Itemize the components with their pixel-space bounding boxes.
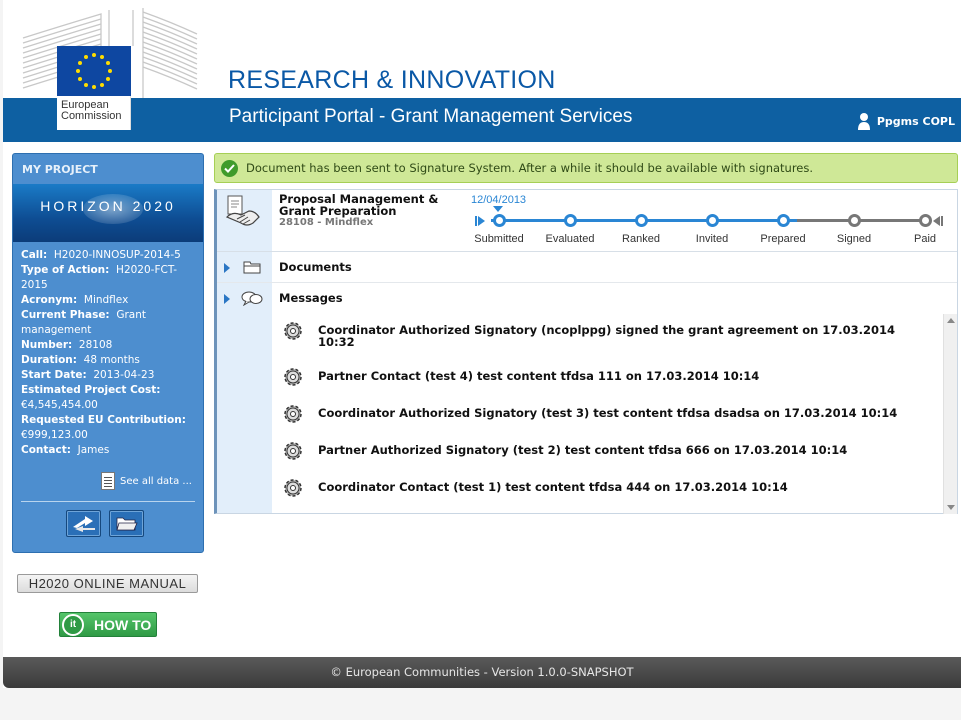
project-switch-button[interactable] [66, 510, 101, 537]
header-top: European Commission RESEARCH & INNOVATIO… [3, 0, 961, 130]
handshake-icon [225, 195, 260, 226]
user-icon [857, 113, 870, 130]
messages-scrollbar[interactable] [943, 314, 957, 514]
current-step-marker [493, 206, 503, 212]
project-field-number: Number: 28108 [21, 339, 113, 351]
step-label-prepared: Prepared [760, 233, 806, 245]
step-label-ranked: Ranked [622, 233, 660, 245]
proposal-title: Proposal Management & Grant Preparation [279, 192, 439, 218]
eu-stars-icon [76, 53, 112, 89]
how-to-icon: it [62, 613, 84, 636]
how-to-button[interactable]: it HOW TO [59, 612, 157, 637]
step-end-icon [933, 216, 943, 226]
open-folder-button[interactable] [109, 510, 144, 537]
step-label-evaluated: Evaluated [545, 233, 595, 245]
gear-icon [284, 442, 302, 460]
project-field-contribution: Requested EU Contribution: €999,123.00 [21, 414, 186, 441]
message-text: Partner Authorized Signatory (test 2) te… [318, 443, 848, 457]
logo-line-2: Commission [61, 110, 122, 122]
switch-arrows-icon [72, 515, 95, 532]
proposal-subtitle: 28108 - Mindflex [279, 217, 374, 228]
document-icon [101, 472, 115, 490]
project-panel: Proposal Management & Grant Preparation … [214, 189, 958, 514]
messages-section-toggle[interactable]: Messages [217, 283, 957, 314]
gear-icon [284, 479, 302, 497]
current-step-date: 12/04/2013 [471, 194, 527, 206]
expand-arrow-icon [224, 263, 230, 273]
checkmark-icon [221, 159, 238, 177]
project-field-duration: Duration: 48 months [21, 354, 140, 366]
gear-icon [284, 405, 302, 423]
gear-icon [284, 368, 302, 386]
messages-title: Messages [279, 291, 343, 305]
step-dot-invited[interactable] [706, 214, 719, 227]
speech-bubbles-icon [241, 291, 263, 306]
project-field-contact: Contact: James [21, 444, 110, 456]
folder-icon [115, 517, 138, 530]
project-field-phase: Current Phase: Grant management [21, 309, 146, 336]
page: European Commission RESEARCH & INNOVATIO… [3, 0, 961, 688]
success-alert: Document has been sent to Signature Syst… [214, 153, 958, 183]
scroll-down-icon[interactable] [947, 505, 955, 510]
message-text: Partner Contact (test 4) test content tf… [318, 369, 760, 383]
documents-title: Documents [279, 260, 352, 274]
portal-title: Participant Portal - Grant Management Se… [229, 106, 633, 127]
step-dot-evaluated[interactable] [564, 214, 577, 227]
step-dot-signed[interactable] [848, 214, 861, 227]
project-field-start-date: Start Date: 2013-04-23 [21, 369, 155, 381]
project-info: Call: H2020-INNOSUP-2014-5 Type of Actio… [13, 242, 203, 458]
message-text: Coordinator Authorized Signatory (ncoplp… [318, 323, 896, 349]
header-bar: Participant Portal - Grant Management Se… [3, 98, 961, 142]
expand-arrow-icon [224, 294, 230, 304]
sidebar-divider [21, 501, 195, 502]
ec-logo-label: European Commission [57, 96, 131, 130]
sidebar-heading: MY PROJECT [22, 163, 98, 176]
workflow-steps: 12/04/2013 Submitted Evaluated Ranked In… [471, 190, 955, 252]
proposal-row: Proposal Management & Grant Preparation … [217, 190, 957, 252]
step-dot-ranked[interactable] [635, 214, 648, 227]
see-all-data-link[interactable]: See all data ... [101, 472, 192, 490]
step-label-invited: Invited [695, 233, 729, 245]
step-label-paid: Paid [913, 233, 937, 245]
step-dot-paid[interactable] [919, 214, 932, 227]
step-label-signed: Signed [836, 233, 872, 245]
documents-section-toggle[interactable]: Documents [217, 252, 957, 283]
user-name: Ppgms COPL [876, 114, 955, 128]
eu-flag [57, 46, 131, 96]
project-field-type: Type of Action: H2020-FCT-2015 [21, 264, 178, 291]
message-text: Coordinator Contact (test 1) test conten… [318, 480, 788, 494]
project-field-call: Call: H2020-INNOSUP-2014-5 [21, 249, 181, 261]
step-dot-prepared[interactable] [777, 214, 790, 227]
horizon-banner-text: HORIZON 2020 [40, 198, 176, 214]
step-label-submitted: Submitted [474, 233, 524, 245]
folder-icon [243, 261, 261, 274]
see-all-label: See all data ... [120, 475, 192, 487]
research-innovation-title: RESEARCH & INNOVATION [228, 66, 556, 94]
step-dot-submitted[interactable] [493, 214, 506, 227]
project-field-cost: Estimated Project Cost: €4,545,454.00 [21, 384, 161, 411]
horizon-2020-banner: HORIZON 2020 [13, 184, 203, 242]
sidebar-buttons [66, 510, 144, 537]
footer: © European Communities - Version 1.0.0-S… [3, 657, 961, 688]
message-text: Coordinator Authorized Signatory (test 3… [318, 406, 898, 420]
alert-text: Document has been sent to Signature Syst… [246, 161, 814, 175]
user-menu[interactable]: Ppgms COPL [857, 112, 955, 130]
how-to-label: HOW TO [94, 616, 152, 633]
project-field-acronym: Acronym: Mindflex [21, 294, 129, 306]
online-manual-button[interactable]: H2020 ONLINE MANUAL [17, 574, 198, 593]
scroll-up-icon[interactable] [947, 318, 955, 323]
my-project-sidebar: MY PROJECT HORIZON 2020 Call: H2020-INNO… [12, 153, 204, 553]
step-start-icon [475, 216, 485, 226]
gear-icon [284, 322, 302, 340]
messages-list: Coordinator Authorized Signatory (ncoplp… [272, 314, 940, 514]
